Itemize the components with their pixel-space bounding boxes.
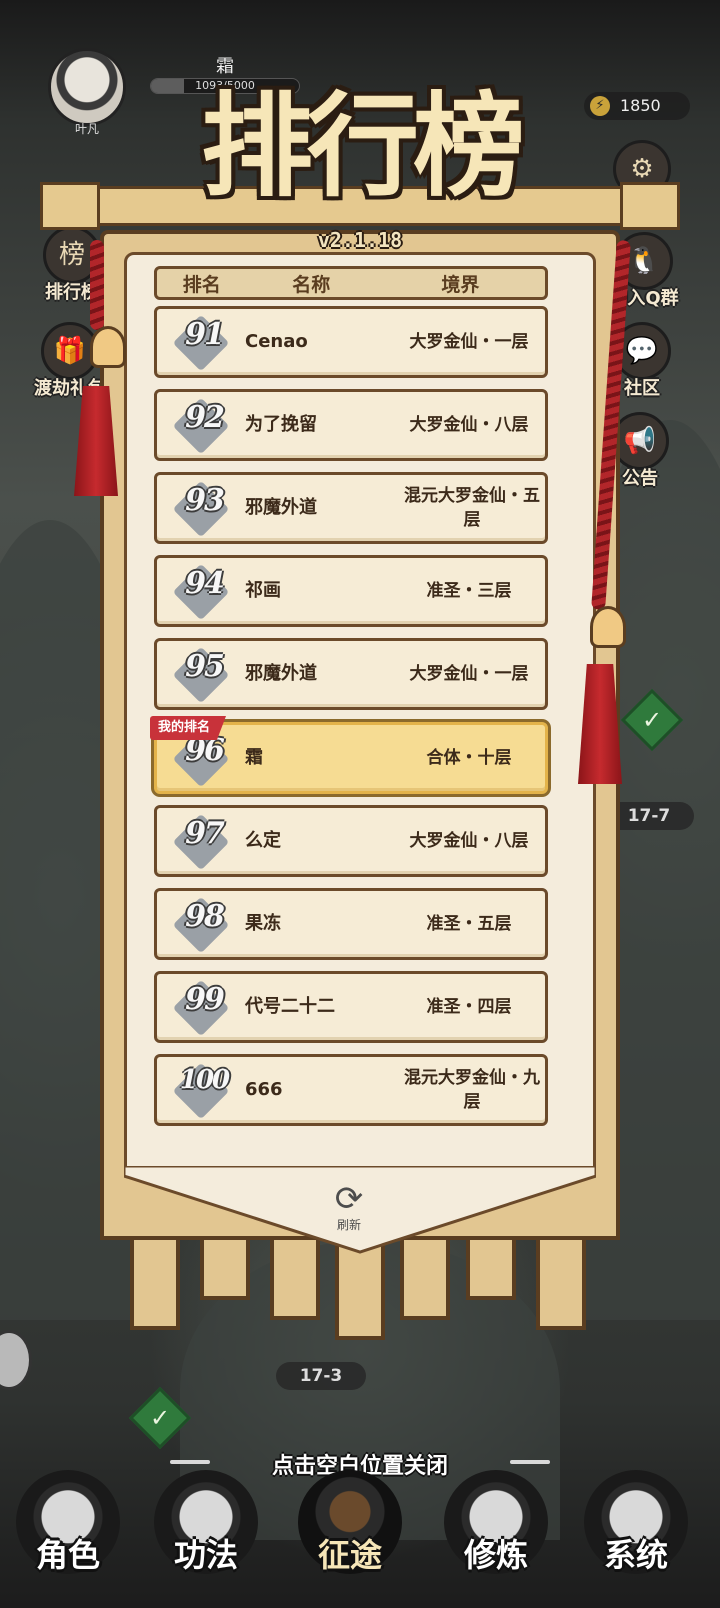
tassel-rope-left: [90, 240, 104, 330]
rank-number: 92: [185, 400, 225, 435]
energy-value: 1850: [620, 96, 661, 115]
refresh-label: 刷新: [336, 1218, 361, 1232]
rank-number: 100: [179, 1065, 230, 1095]
rank-number: 97: [185, 816, 225, 851]
player-name-cell: 祁画: [245, 580, 281, 601]
nav-journey-label: 征途: [317, 1536, 382, 1574]
rod-cap-right: [620, 182, 680, 230]
rank-number: 95: [185, 649, 225, 684]
player-name-cell: 霜: [245, 747, 263, 768]
player-name-cell: 果冻: [245, 913, 281, 934]
player-name-cell: 666: [245, 1079, 283, 1100]
leaderboard-row[interactable]: 99 代号二十二 准圣・四层: [154, 971, 548, 1043]
realm-cell: 混元大罗金仙・九层: [404, 1068, 540, 1112]
leaderboard-row[interactable]: 94 祁画 准圣・三层: [154, 555, 548, 627]
leaderboard-row[interactable]: 98 果冻 准圣・五层: [154, 888, 548, 960]
refresh-icon: ⟳: [334, 1179, 364, 1219]
player-name-cell: 么定: [245, 830, 281, 851]
leaderboard-row[interactable]: 91 Cenao 大罗金仙・一层: [154, 306, 548, 378]
my-rank-tag: 我的排名: [150, 716, 227, 740]
leaderboard-row[interactable]: 92 为了挽留 大罗金仙・八层: [154, 389, 548, 461]
player-name-cell: 代号二十二: [245, 996, 335, 1017]
bottom-nav: 角色 功法 征途 修炼 系统: [0, 1470, 720, 1608]
rank-number: 91: [185, 317, 225, 352]
check-icon: ✓: [641, 706, 663, 734]
rank-number: 94: [185, 566, 225, 601]
tassel-bell-right: [590, 606, 626, 648]
lightning-icon: ⚡: [590, 96, 610, 116]
realm-cell: 准圣・三层: [426, 581, 512, 601]
nav-skills-label: 功法: [173, 1536, 238, 1574]
version-label: v2.1.18: [317, 228, 403, 252]
leaderboard-row[interactable]: 100 666 混元大罗金仙・九层: [154, 1054, 548, 1126]
realm-cell: 大罗金仙・一层: [409, 664, 529, 684]
rank-number: 93: [185, 483, 225, 518]
realm-cell: 大罗金仙・八层: [409, 831, 529, 851]
realm-cell: 大罗金仙・八层: [409, 415, 529, 435]
nav-system-label: 系统: [603, 1536, 668, 1574]
header-name: 名称: [292, 273, 331, 296]
player-name-cell: 邪魔外道: [245, 663, 317, 684]
leaderboard-title: 排行榜: [201, 81, 525, 212]
nav-skills[interactable]: 功法: [146, 1470, 266, 1576]
realm-cell: 合体・十层: [426, 748, 512, 768]
energy-pill[interactable]: ⚡ 1850: [584, 92, 690, 120]
player-avatar[interactable]: [48, 48, 126, 126]
tassel-bell-left: [90, 326, 126, 368]
nav-journey[interactable]: 征途: [290, 1470, 410, 1576]
nav-character[interactable]: 角色: [8, 1470, 128, 1576]
player-name-cell: 为了挽留: [245, 414, 317, 435]
refresh-button[interactable]: ⟳ 刷新: [322, 1182, 376, 1233]
check-icon: ✓: [149, 1404, 171, 1432]
realm-cell: 混元大罗金仙・五层: [404, 486, 540, 530]
nav-character-label: 角色: [35, 1536, 100, 1574]
player-name-cell: 邪魔外道: [245, 497, 317, 518]
rod-cap-left: [40, 182, 100, 230]
header-realm: 境界: [441, 273, 480, 296]
realm-cell: 准圣・四层: [426, 997, 512, 1017]
nav-cultivate[interactable]: 修炼: [436, 1470, 556, 1576]
stage-label-bottom[interactable]: 17-3: [276, 1362, 366, 1390]
realm-cell: 大罗金仙・一层: [409, 332, 529, 352]
leaderboard-row[interactable]: 93 邪魔外道 混元大罗金仙・五层: [154, 472, 548, 544]
avatar-name: 叶凡: [74, 122, 99, 136]
nav-cultivate-label: 修炼: [463, 1536, 528, 1574]
header-rank: 排名: [182, 273, 221, 296]
rank-number: 99: [185, 982, 225, 1017]
realm-cell: 准圣・五层: [426, 914, 512, 934]
nav-system[interactable]: 系统: [576, 1470, 696, 1576]
player-name-cell: Cenao: [245, 331, 308, 352]
leaderboard-row[interactable]: 95 邪魔外道 大罗金仙・一层: [154, 638, 548, 710]
leaderboard-row[interactable]: 97 么定 大罗金仙・八层: [154, 805, 548, 877]
rank-number: 98: [185, 899, 225, 934]
leaderboard-header: 排名 名称 境界: [154, 266, 548, 300]
